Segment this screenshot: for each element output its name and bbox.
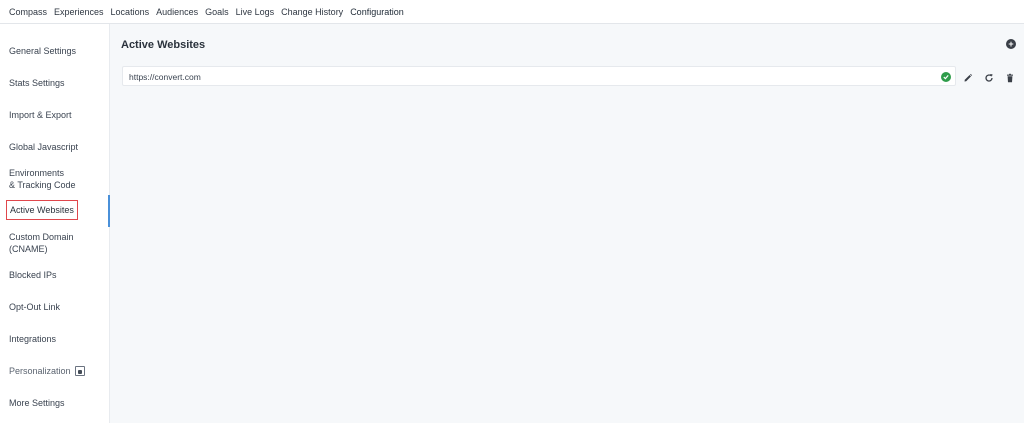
sidebar-item-personalization[interactable]: Personalization [9, 365, 85, 377]
sidebar-item-import-export[interactable]: Import & Export [9, 109, 72, 121]
refresh-icon[interactable] [984, 70, 994, 82]
sidebar-item-general-settings[interactable]: General Settings [9, 45, 76, 57]
tab-live-logs[interactable]: Live Logs [236, 0, 275, 24]
website-url: https://convert.com [129, 72, 201, 82]
tab-locations[interactable]: Locations [111, 0, 150, 24]
sidebar-item-custom-domain[interactable]: Custom Domain (CNAME) [9, 231, 74, 255]
tab-configuration[interactable]: Configuration [350, 0, 404, 25]
sidebar-item-stats-settings[interactable]: Stats Settings [9, 77, 65, 89]
top-navigation: Compass Experiences Locations Audiences … [0, 0, 1024, 25]
add-website-button[interactable]: + [1006, 39, 1016, 49]
sidebar-item-global-javascript[interactable]: Global Javascript [9, 141, 78, 153]
sidebar-item-opt-out-link[interactable]: Opt-Out Link [9, 301, 60, 313]
lock-icon [74, 365, 85, 376]
verified-check-icon [941, 72, 951, 82]
tab-experiences[interactable]: Experiences [54, 0, 104, 24]
sidebar-item-integrations[interactable]: Integrations [9, 333, 56, 345]
tab-audiences[interactable]: Audiences [156, 0, 198, 24]
sidebar-item-blocked-ips[interactable]: Blocked IPs [9, 269, 57, 281]
sidebar-item-label: Personalization [9, 366, 71, 376]
main-content: Active Websites + https://convert.com [110, 24, 1024, 423]
sidebar-item-label-line1: Custom Domain [9, 232, 74, 242]
website-row: https://convert.com [122, 66, 956, 86]
sidebar-item-environments-tracking-code[interactable]: Environments & Tracking Code [9, 167, 76, 191]
sidebar-item-label-line2: (CNAME) [9, 244, 48, 254]
tab-compass[interactable]: Compass [9, 0, 47, 24]
edit-pencil-icon[interactable] [963, 70, 973, 82]
sidebar-item-more-settings[interactable]: More Settings [9, 397, 65, 409]
delete-trash-icon[interactable] [1005, 70, 1015, 83]
sidebar-item-active-websites[interactable]: Active Websites [6, 200, 78, 220]
settings-sidebar: General Settings Stats Settings Import &… [0, 24, 110, 423]
page-title: Active Websites [121, 39, 206, 51]
sidebar-item-label-line1: Environments [9, 168, 65, 178]
tab-goals[interactable]: Goals [205, 0, 229, 24]
tab-change-history[interactable]: Change History [281, 0, 343, 24]
plus-circle-icon: + [1008, 39, 1014, 49]
sidebar-item-label-line2: & Tracking Code [9, 180, 76, 190]
